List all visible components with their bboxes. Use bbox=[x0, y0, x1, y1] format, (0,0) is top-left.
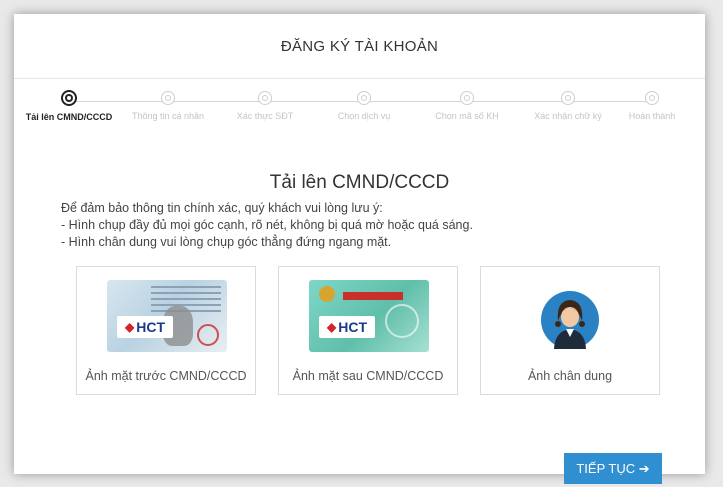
title-divider bbox=[14, 78, 705, 79]
hct-logo: ◆ HCT bbox=[319, 316, 375, 338]
note-line: Để đảm bảo thông tin chính xác, quý khác… bbox=[61, 201, 383, 215]
note-line: - Hình chụp đầy đủ mọi góc cạnh, rõ nét,… bbox=[61, 218, 473, 232]
step-personal-info[interactable]: Thông tin cá nhân bbox=[113, 83, 223, 122]
upload-front-id-card[interactable]: ◆ HCT Ảnh mặt trước CMND/CCCD bbox=[76, 266, 256, 395]
modal-title: ĐĂNG KÝ TÀI KHOẢN bbox=[280, 38, 439, 55]
step-label: Thông tin cá nhân bbox=[131, 111, 205, 121]
step-indicator-icon bbox=[645, 91, 659, 105]
id-card-front-image: ◆ HCT bbox=[107, 280, 227, 352]
step-complete[interactable]: Hoàn thành bbox=[597, 83, 707, 122]
continue-button[interactable]: TIẾP TỤC ➔ bbox=[564, 453, 662, 484]
id-card-back-image: ◆ HCT bbox=[309, 280, 429, 352]
step-choose-customer-id[interactable]: Chọn mã số KH bbox=[412, 83, 522, 122]
step-label: Chọn dịch vụ bbox=[337, 111, 391, 121]
step-indicator-icon bbox=[258, 91, 272, 105]
upload-notes: Để đảm bảo thông tin chính xác, quý khác… bbox=[61, 200, 473, 251]
step-indicator-icon bbox=[161, 91, 175, 105]
progress-stepper: Tải lên CMND/CCCD Thông tin cá nhân Xác … bbox=[14, 83, 705, 153]
hct-logo: ◆ HCT bbox=[117, 316, 173, 338]
step-label: Tải lên CMND/CCCD bbox=[25, 112, 113, 122]
step-indicator-icon bbox=[460, 91, 474, 105]
step-verify-phone[interactable]: Xác thực SĐT bbox=[210, 83, 320, 122]
step-label: Chọn mã số KH bbox=[435, 111, 499, 121]
step-active-indicator-icon bbox=[61, 90, 77, 106]
step-label: Hoàn thành bbox=[628, 111, 676, 121]
upload-back-id-card[interactable]: ◆ HCT Ảnh mặt sau CMND/CCCD bbox=[278, 266, 458, 395]
step-label: Xác thực SĐT bbox=[236, 111, 294, 121]
portrait-avatar-icon bbox=[541, 291, 599, 349]
step-indicator-icon bbox=[357, 91, 371, 105]
card-caption: Ảnh mặt sau CMND/CCCD bbox=[292, 369, 444, 383]
step-indicator-icon bbox=[561, 91, 575, 105]
register-modal: ĐĂNG KÝ TÀI KHOẢN Tải lên CMND/CCCD Thôn… bbox=[14, 14, 705, 474]
step-upload-id[interactable]: Tải lên CMND/CCCD bbox=[14, 83, 124, 123]
step-choose-service[interactable]: Chọn dịch vụ bbox=[309, 83, 419, 122]
note-line: - Hình chân dung vui lòng chụp góc thẳng… bbox=[61, 235, 392, 249]
card-caption: Ảnh chân dung bbox=[527, 369, 613, 383]
card-caption: Ảnh mặt trước CMND/CCCD bbox=[85, 369, 247, 383]
upload-portrait-card[interactable]: Ảnh chân dung bbox=[480, 266, 660, 395]
upload-heading: Tải lên CMND/CCCD bbox=[269, 172, 450, 193]
